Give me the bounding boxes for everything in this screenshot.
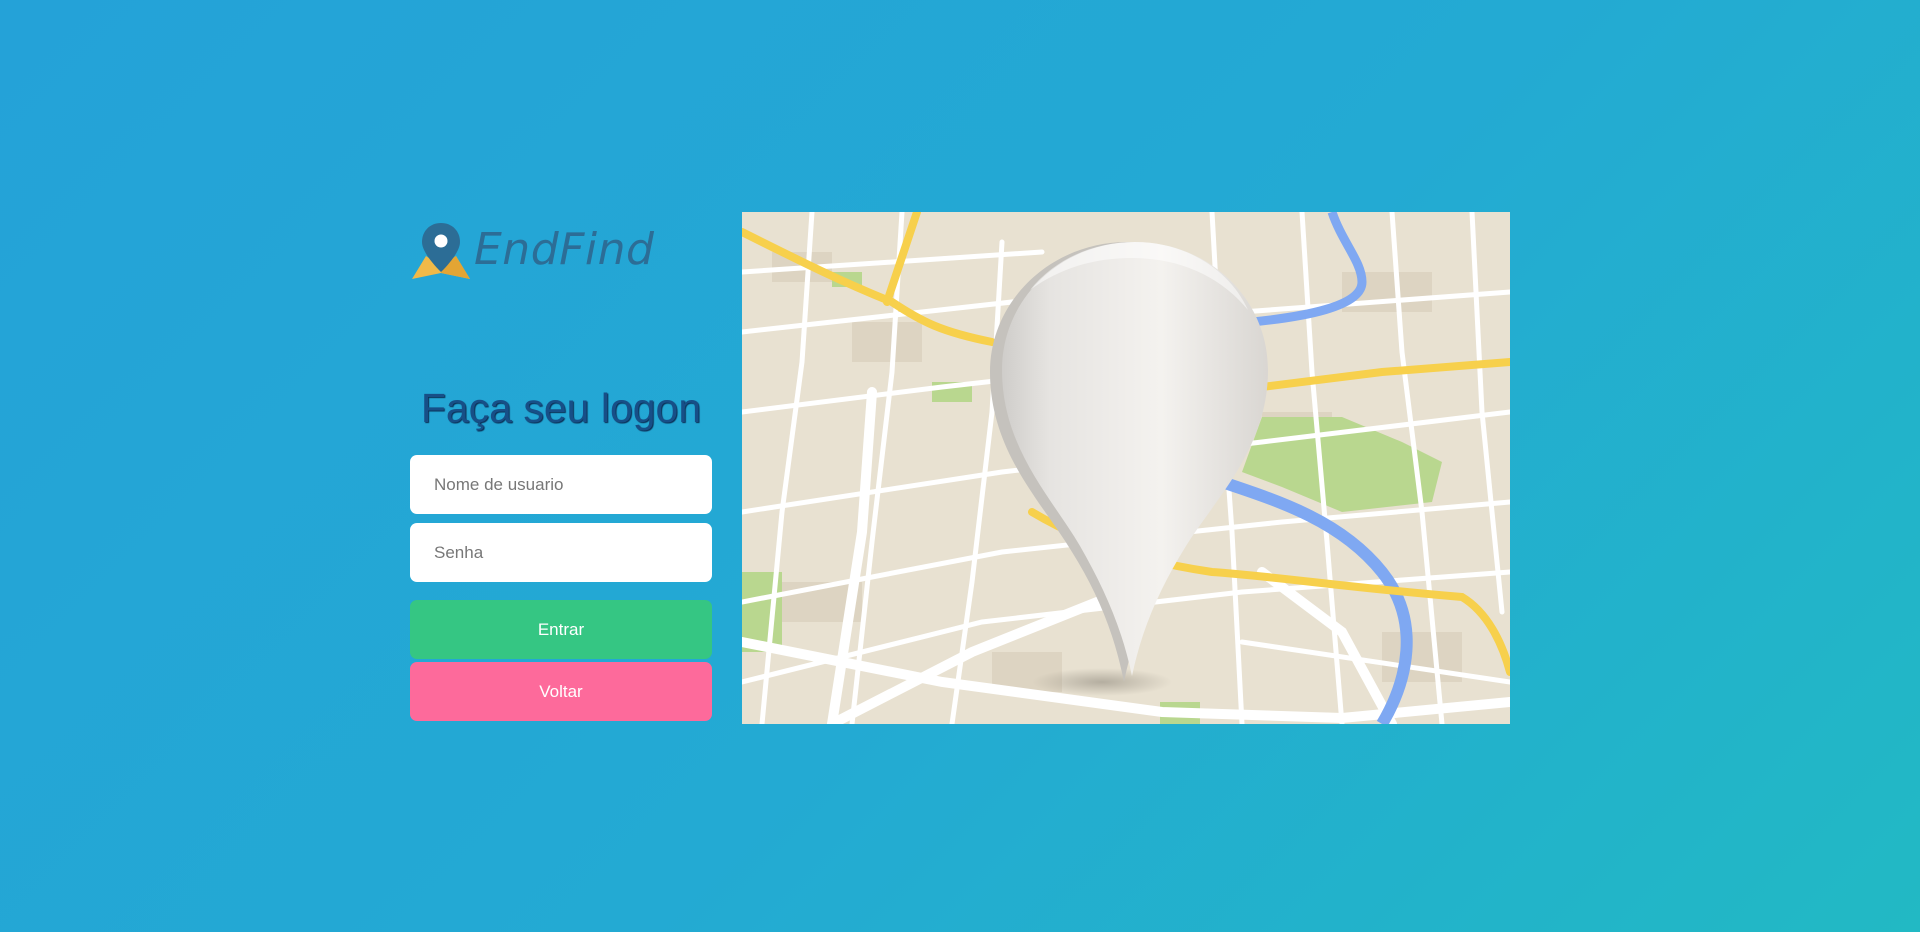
password-input[interactable] [410,523,712,582]
login-section: EndFind Faça seu logon Entrar Voltar [410,220,712,721]
brand-name: EndFind [474,224,655,275]
username-input[interactable] [410,455,712,514]
brand-logo: EndFind [410,220,712,280]
map-location-pin-illustration [742,212,1510,724]
enter-button[interactable]: Entrar [410,600,712,659]
map-location-illustration [742,212,1510,724]
map-pin-icon [412,223,470,279]
back-button[interactable]: Voltar [410,662,712,721]
login-title: Faça seu logon [420,385,702,431]
